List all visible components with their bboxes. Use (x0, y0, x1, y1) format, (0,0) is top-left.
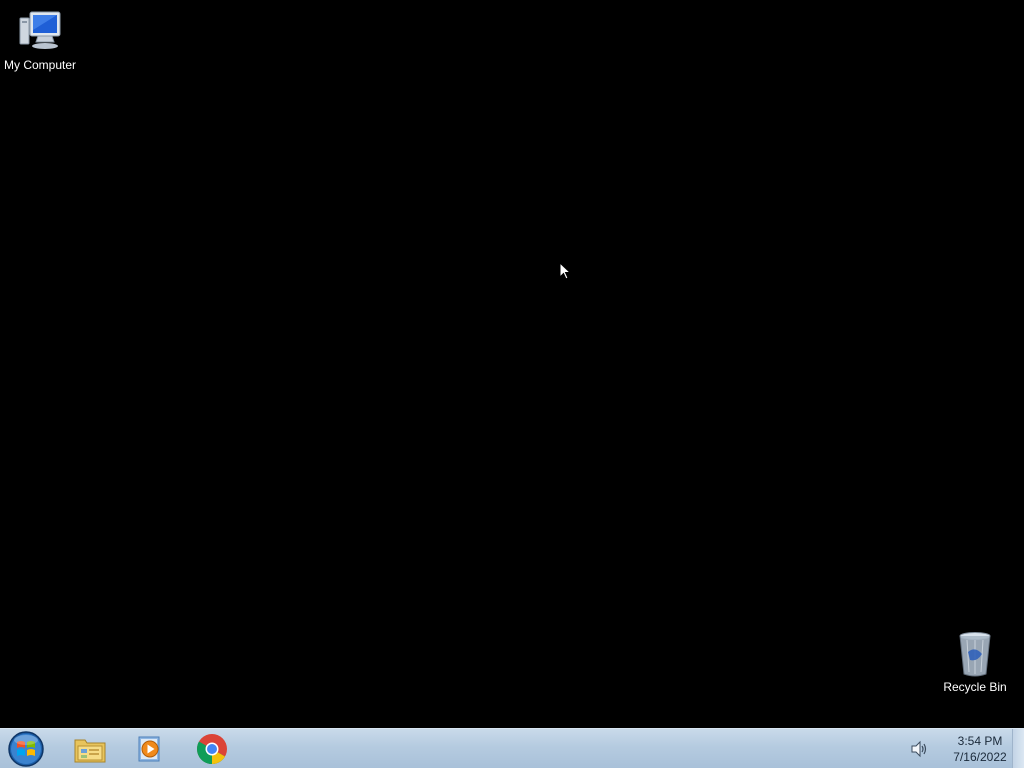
google-chrome-icon (196, 734, 227, 765)
start-button[interactable] (6, 730, 46, 768)
desktop-icon-label: Recycle Bin (943, 680, 1007, 694)
speaker-icon[interactable] (910, 740, 928, 758)
computer-icon (19, 11, 61, 49)
system-tray: 3:54 PM 7/16/2022 (884, 729, 1024, 768)
clock-date: 7/16/2022 (953, 750, 1007, 764)
taskbar-clock[interactable]: 3:54 PM 7/16/2022 (946, 733, 1014, 765)
clock-time: 3:54 PM (957, 734, 1003, 748)
desktop-icon-label: My Computer (3, 58, 77, 72)
show-desktop-button[interactable] (1012, 729, 1024, 768)
recycle-bin-icon (959, 632, 991, 677)
taskbar-windows-explorer-button[interactable] (62, 731, 118, 767)
mouse-cursor-icon (559, 262, 571, 280)
desktop-icon-recycle-bin[interactable]: Recycle Bin (935, 630, 1015, 695)
windows-start-orb-icon (8, 731, 44, 767)
desktop-icon-my-computer[interactable]: My Computer (0, 8, 80, 73)
taskbar: 3:54 PM 7/16/2022 (0, 728, 1024, 768)
desktop[interactable]: My Computer Recycle Bin (0, 0, 1024, 728)
windows-explorer-icon (74, 739, 106, 763)
windows-media-player-icon (138, 736, 160, 762)
taskbar-windows-media-player-button[interactable] (122, 731, 178, 767)
taskbar-google-chrome-button[interactable] (184, 731, 240, 767)
